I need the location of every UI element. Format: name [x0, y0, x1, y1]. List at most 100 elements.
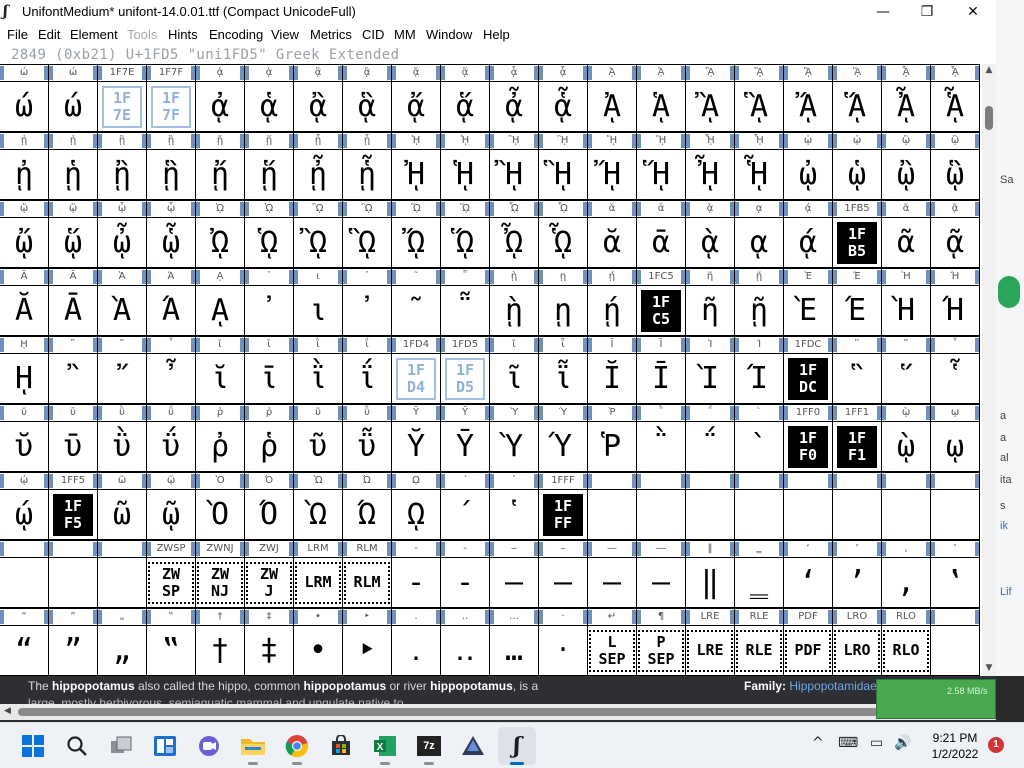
glyph-cell[interactable]: ᾇ	[539, 81, 588, 132]
placeholder-glyph-cell[interactable]: 1F D4	[392, 353, 441, 404]
menu-item-hints[interactable]: Hints	[168, 27, 198, 42]
glyph-cell[interactable]: ᾽	[245, 285, 294, 336]
glyph-cell[interactable]: Ῐ	[588, 353, 637, 404]
glyph-cell[interactable]: ᾬ	[392, 217, 441, 268]
glyph-cell[interactable]: ῞	[882, 353, 931, 404]
glyph-cell[interactable]: ᾚ	[490, 149, 539, 200]
glyph-cell[interactable]: Ὲ	[784, 285, 833, 336]
glyph-cell[interactable]: ᾊ	[686, 81, 735, 132]
notification-badge[interactable]: 1	[988, 737, 1004, 753]
glyph-cell[interactable]: Ά	[147, 285, 196, 336]
menu-item-help[interactable]: Help	[483, 27, 510, 42]
glyph-cell[interactable]: ᾍ	[833, 81, 882, 132]
glyph-cell[interactable]: ᾃ	[343, 81, 392, 132]
glyph-cell[interactable]: Ῑ	[637, 353, 686, 404]
glyph-cell[interactable]: ᾤ	[0, 217, 49, 268]
glyph-cell[interactable]: Ῠ	[392, 421, 441, 472]
glyph-cell[interactable]: ΰ	[147, 421, 196, 472]
glyph-cell[interactable]: ․	[392, 625, 441, 676]
glyph-cell[interactable]: ῇ	[735, 285, 784, 336]
glyph-cell[interactable]: ᾰ	[588, 217, 637, 268]
glyph-cell[interactable]: …	[490, 625, 539, 676]
maximize-button[interactable]: ❐	[904, 0, 950, 24]
placeholder-glyph-cell[interactable]: PDF	[784, 625, 833, 676]
glyph-cell[interactable]: ᾋ	[735, 81, 784, 132]
placeholder-glyph-cell[interactable]: RLM	[343, 557, 392, 608]
keyboard-icon[interactable]: ⌨	[838, 735, 858, 751]
scroll-up-icon[interactable]: ▲	[982, 65, 996, 77]
glyph-cell[interactable]: ᾼ	[196, 285, 245, 336]
glyph-cell[interactable]: ῍	[49, 353, 98, 404]
menu-item-view[interactable]: View	[271, 27, 299, 42]
glyph-cell[interactable]: ᾉ	[637, 81, 686, 132]
glyph-cell[interactable]: —	[588, 557, 637, 608]
glyph-cell[interactable]	[882, 489, 931, 540]
glyph-cell[interactable]	[637, 489, 686, 540]
glyph-cell[interactable]: ᾆ	[490, 81, 539, 132]
glyph-cell[interactable]: ᾫ	[343, 217, 392, 268]
placeholder-glyph-cell[interactable]: L SEP	[588, 625, 637, 676]
glyph-cell[interactable]: ΅	[686, 421, 735, 472]
glyph-cell[interactable]: ῏	[147, 353, 196, 404]
menu-item-file[interactable]: File	[7, 27, 28, 42]
glyph-cell[interactable]: Ό	[245, 489, 294, 540]
glyph-cell[interactable]: ᾟ	[735, 149, 784, 200]
glyph-cell[interactable]	[784, 489, 833, 540]
glyph-cell[interactable]: ᾈ	[588, 81, 637, 132]
glyph-cell[interactable]: ᾎ	[882, 81, 931, 132]
glyph-cell[interactable]: ‘	[784, 557, 833, 608]
glyph-cell[interactable]	[735, 489, 784, 540]
glyph-cell[interactable]: ῠ	[0, 421, 49, 472]
glyph-cell[interactable]: ᾮ	[490, 217, 539, 268]
horizontal-scroll-thumb[interactable]	[18, 708, 878, 716]
glyph-cell[interactable]	[588, 489, 637, 540]
glyph-cell[interactable]: ῀	[392, 285, 441, 336]
menu-item-metrics[interactable]: Metrics	[310, 27, 352, 42]
placeholder-glyph-cell[interactable]: 1F C5	[637, 285, 686, 336]
placeholder-glyph-cell[interactable]: ZW SP	[147, 557, 196, 608]
glyph-cell[interactable]: ῆ	[686, 285, 735, 336]
glyph-cell[interactable]: ᾑ	[49, 149, 98, 200]
chrome-button[interactable]	[278, 727, 316, 765]
placeholder-glyph-cell[interactable]: LRO	[833, 625, 882, 676]
glyph-cell[interactable]: ‣	[343, 625, 392, 676]
glyph-cell[interactable]: ῗ	[539, 353, 588, 404]
glyph-cell[interactable]: ‗	[735, 557, 784, 608]
placeholder-glyph-cell[interactable]: 1F D5	[441, 353, 490, 404]
glyph-cell[interactable]: ᾠ	[784, 149, 833, 200]
teams-chat-button[interactable]	[190, 727, 228, 765]
glyph-cell[interactable]: ᾜ	[588, 149, 637, 200]
clock[interactable]: 9:21 PM 1/2/2022	[920, 730, 990, 762]
glyph-cell[interactable]: ῟	[931, 353, 980, 404]
glyph-cell[interactable]: ῖ	[490, 353, 539, 404]
glyph-cell[interactable]: ᾳ	[735, 217, 784, 268]
glyph-cell[interactable]: ῾	[490, 489, 539, 540]
glyph-cell[interactable]: „	[98, 625, 147, 676]
glyph-cell[interactable]: ᾀ	[196, 81, 245, 132]
glyph-cell[interactable]: `	[735, 421, 784, 472]
menu-item-cid[interactable]: CID	[362, 27, 384, 42]
menu-item-edit[interactable]: Edit	[38, 27, 60, 42]
glyph-cell[interactable]: ῌ	[0, 353, 49, 404]
glyph-cell[interactable]: ‧	[539, 625, 588, 676]
glyph-cell[interactable]: ᾏ	[931, 81, 980, 132]
glyph-cell[interactable]: ῳ	[931, 421, 980, 472]
glyph-cell[interactable]: ῒ	[294, 353, 343, 404]
glyph-cell[interactable]: ᾩ	[245, 217, 294, 268]
glyph-cell[interactable]	[49, 557, 98, 608]
scroll-left-icon[interactable]: ◀	[4, 706, 11, 716]
glyph-cell[interactable]: ‡	[245, 625, 294, 676]
glyph-cell[interactable]: ᾧ	[147, 217, 196, 268]
glyph-cell[interactable]: ´	[441, 489, 490, 540]
glyph-cell[interactable]: Ὰ	[98, 285, 147, 336]
glyph-cell[interactable]: ᾯ	[539, 217, 588, 268]
glyph-cell[interactable]: ῐ	[196, 353, 245, 404]
glyph-cell[interactable]: ‟	[147, 625, 196, 676]
glyph-cell[interactable]: ᾐ	[0, 149, 49, 200]
glyph-cell[interactable]: Έ	[833, 285, 882, 336]
glyph-cell[interactable]: ‖	[686, 557, 735, 608]
vertical-scrollbar[interactable]: ▲ ▼	[982, 64, 996, 676]
glyph-cell[interactable]: ῧ	[343, 421, 392, 472]
glyph-cell[interactable]	[833, 489, 882, 540]
glyph-cell[interactable]: Ῡ	[441, 421, 490, 472]
